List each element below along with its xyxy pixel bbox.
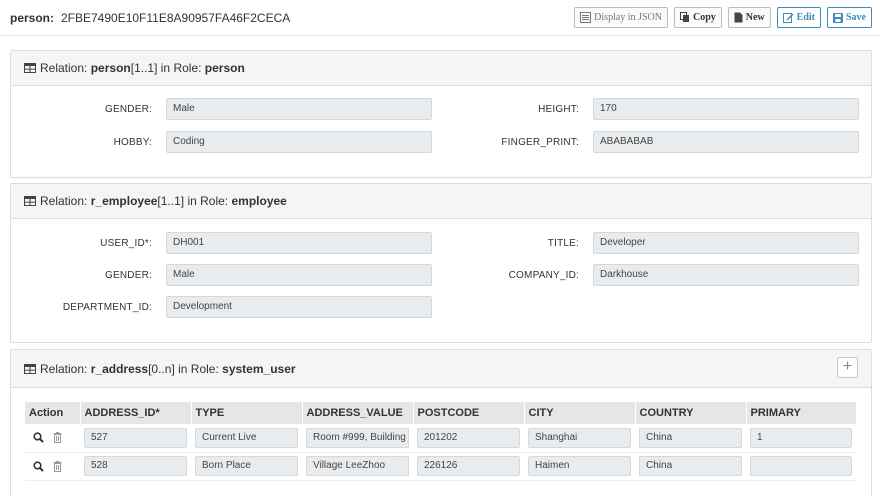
type-cell[interactable]: Born Place xyxy=(195,456,298,476)
display-json-button[interactable]: Display in JSON xyxy=(574,7,668,28)
title-label: TITLE: xyxy=(547,238,579,249)
edit-icon xyxy=(782,13,794,23)
relation-role: person xyxy=(204,61,245,75)
height-field[interactable]: 170 xyxy=(593,98,859,120)
gender-label: GENDER: xyxy=(105,104,152,115)
city-cell[interactable]: Shanghai xyxy=(528,427,631,448)
relation-cardinality: [1..1] xyxy=(130,61,158,75)
primary-cell[interactable]: 1 xyxy=(750,427,852,448)
address-value-cell[interactable]: Room #999, Building xyxy=(306,427,409,448)
column-header: COUNTRY xyxy=(635,402,747,424)
relation-prefix: Relation: xyxy=(40,61,88,75)
panel-header: Relation: r_employee [1..1] in Role: empl… xyxy=(11,184,871,219)
relation-name: r_address xyxy=(90,361,149,376)
display-icon xyxy=(580,12,592,23)
company-id-label: COMPANY_ID: xyxy=(508,270,579,281)
address-id-cell[interactable]: 527 xyxy=(84,427,187,448)
new-label: New xyxy=(745,12,765,23)
column-header: Action xyxy=(25,402,81,424)
city-cell[interactable]: Haimen xyxy=(528,456,631,476)
table-icon xyxy=(24,196,36,206)
edit-button[interactable]: Edit xyxy=(776,7,821,28)
add-row-button[interactable]: + xyxy=(837,357,858,378)
new-file-icon xyxy=(734,12,743,23)
postcode-cell[interactable]: 201202 xyxy=(417,427,520,448)
table-row: 528 Born Place Village LeeZhoo 226126 Ha… xyxy=(25,452,856,481)
finger-print-field[interactable]: ABABABAB xyxy=(593,131,859,153)
column-header: CITY xyxy=(524,402,636,424)
relation-prefix: Relation: xyxy=(40,361,88,376)
panel-header: Relation: person [1..1] in Role: person xyxy=(11,51,871,86)
department-id-field[interactable]: Development xyxy=(166,296,432,318)
gender-field[interactable]: Male xyxy=(166,264,432,286)
country-cell[interactable]: China xyxy=(639,456,742,476)
relation-panel-employee: Relation: r_employee [1..1] in Role: empl… xyxy=(10,183,872,343)
search-icon[interactable] xyxy=(33,432,44,443)
object-label: person: xyxy=(10,11,55,25)
new-button[interactable]: New xyxy=(727,7,771,28)
column-header: ADDRESS_VALUE xyxy=(302,402,414,424)
relation-panel-person: Relation: person [1..1] in Role: person G… xyxy=(10,50,872,178)
table-icon xyxy=(24,363,36,374)
height-label: HEIGHT: xyxy=(538,104,579,115)
user-id-field[interactable]: DH001 xyxy=(166,232,432,254)
action-cell xyxy=(25,452,80,481)
type-cell[interactable]: Current Live xyxy=(195,427,298,448)
finger-print-label: FINGER_PRINT: xyxy=(501,137,579,148)
address-id-cell[interactable]: 528 xyxy=(84,456,187,476)
save-button[interactable]: Save xyxy=(827,7,872,28)
object-id: 2FBE7490E10F11E8A90957FA46F2CECA xyxy=(61,11,291,25)
country-cell[interactable]: China xyxy=(639,427,742,448)
relation-name: r_employee xyxy=(90,194,158,208)
primary-cell[interactable] xyxy=(750,456,852,476)
relation-in-role: in Role: xyxy=(187,194,229,208)
gender-field[interactable]: Male xyxy=(166,98,432,120)
postcode-cell[interactable]: 226126 xyxy=(417,456,520,476)
column-header: POSTCODE xyxy=(413,402,525,424)
user-id-label: USER_ID*: xyxy=(100,238,152,249)
title-field[interactable]: Developer xyxy=(593,232,859,254)
copy-label: Copy xyxy=(692,12,716,23)
copy-button[interactable]: Copy xyxy=(673,7,722,28)
save-label: Save xyxy=(846,12,866,23)
column-header: PRIMARY xyxy=(746,402,857,424)
edit-label: Edit xyxy=(796,12,815,23)
display-json-label: Display in JSON xyxy=(594,12,662,23)
trash-icon[interactable] xyxy=(53,432,62,444)
table-icon xyxy=(24,63,36,73)
column-header: ADDRESS_ID* xyxy=(80,402,192,424)
hobby-label: HOBBY: xyxy=(113,137,152,148)
top-bar: person: 2FBE7490E10F11E8A90957FA46F2CECA… xyxy=(0,0,880,36)
address-value-cell[interactable]: Village LeeZhoo xyxy=(306,456,409,476)
table-header-row: Action ADDRESS_ID* TYPE ADDRESS_VALUE PO… xyxy=(25,402,857,424)
column-header: TYPE xyxy=(191,402,303,424)
trash-icon[interactable] xyxy=(53,460,62,472)
copy-icon xyxy=(679,12,689,22)
relation-panel-address: Relation: r_address [0..n] in Role: syste… xyxy=(10,349,872,496)
relation-in-role: in Role: xyxy=(160,61,202,75)
relation-role: employee xyxy=(231,194,287,208)
relation-in-role: in Role: xyxy=(178,361,219,376)
panel-header: Relation: r_address [0..n] in Role: syste… xyxy=(11,350,871,388)
table-row: 527 Current Live Room #999, Building 201… xyxy=(25,424,856,453)
relation-prefix: Relation: xyxy=(40,194,88,208)
relation-name: person xyxy=(90,61,131,75)
department-id-label: DEPARTMENT_ID: xyxy=(62,302,152,313)
save-icon xyxy=(833,12,843,23)
search-icon[interactable] xyxy=(33,460,44,472)
company-id-field[interactable]: Darkhouse xyxy=(593,264,859,286)
relation-cardinality: [1..1] xyxy=(157,194,185,208)
hobby-field[interactable]: Coding xyxy=(166,131,432,153)
gender-label: GENDER: xyxy=(105,270,152,281)
action-cell xyxy=(25,424,80,453)
toolbar: Display in JSON Copy New Edit Save xyxy=(574,7,872,28)
relation-role: system_user xyxy=(222,361,296,376)
relation-cardinality: [0..n] xyxy=(148,361,175,376)
address-table: Action ADDRESS_ID* TYPE ADDRESS_VALUE PO… xyxy=(25,402,857,481)
